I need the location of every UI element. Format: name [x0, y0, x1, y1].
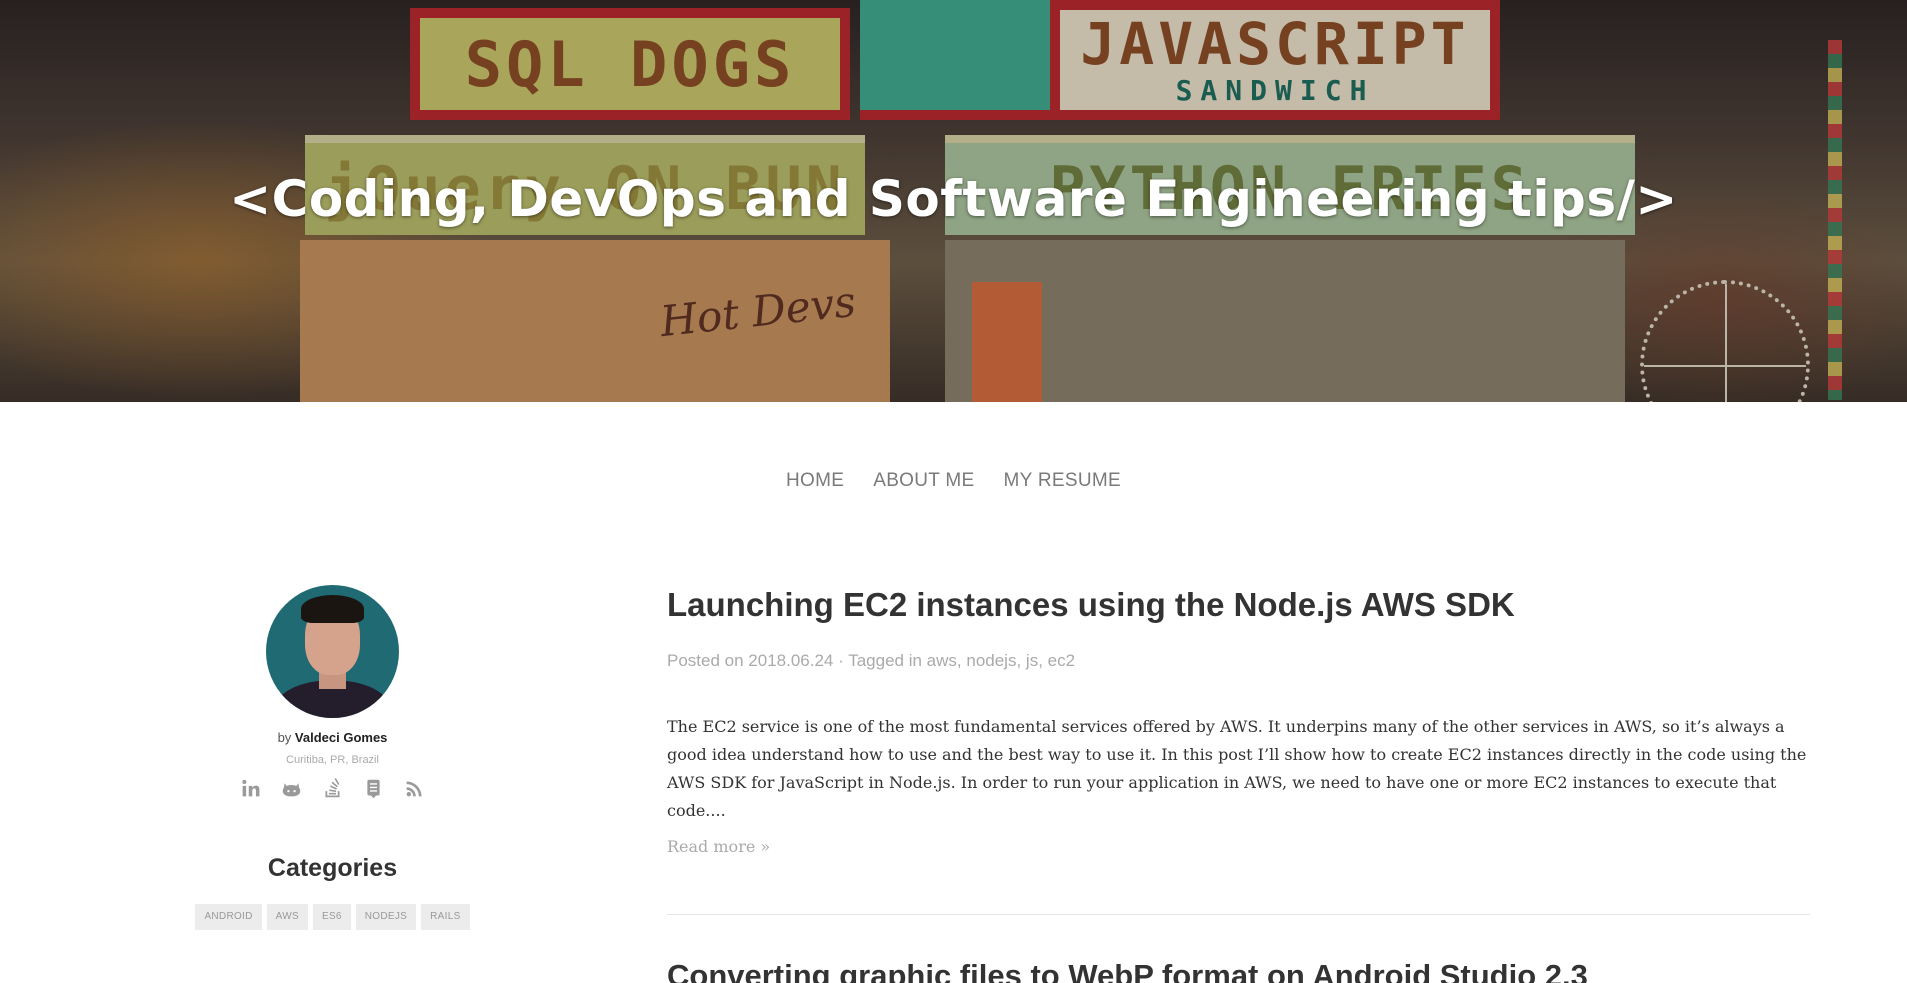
- post-list: Launching EC2 instances using the Node.j…: [667, 585, 1810, 915]
- post-title[interactable]: Converting graphic files to WebP format …: [667, 958, 1588, 983]
- site-title: <Coding, DevOps and Software Engineering…: [229, 170, 1678, 228]
- category-nodejs[interactable]: NODEJS: [355, 904, 417, 930]
- category-aws[interactable]: AWS: [266, 904, 308, 930]
- read-more-link[interactable]: Read more »: [667, 837, 1810, 856]
- author-by: by: [277, 730, 292, 745]
- avatar-hair: [301, 595, 364, 623]
- post-divider: [667, 914, 1810, 915]
- author-name: Valdeci Gomes: [294, 730, 388, 745]
- tag-separator: ,: [1038, 651, 1048, 670]
- post-date: 2018.06.24: [748, 651, 834, 670]
- linkedin-icon[interactable]: [240, 778, 261, 799]
- main-nav: HOME ABOUT ME MY RESUME: [0, 470, 1907, 492]
- nav-item-about-me[interactable]: ABOUT ME: [873, 470, 974, 492]
- post-item: Launching EC2 instances using the Node.j…: [667, 585, 1810, 915]
- post-title[interactable]: Launching EC2 instances using the Node.j…: [667, 585, 1810, 625]
- category-es6[interactable]: ES6: [312, 904, 351, 930]
- post-excerpt: The EC2 service is one of the most funda…: [667, 717, 1807, 820]
- stackoverflow-icon[interactable]: [322, 778, 343, 799]
- tag-separator: ,: [1016, 651, 1026, 670]
- sidebar: by Valdeci Gomes Curitiba, PR, Brazil Ca…: [190, 585, 475, 930]
- category-list: ANDROID AWS ES6 NODEJS RAILS: [190, 904, 475, 930]
- social-links: [190, 778, 475, 799]
- avatar: [266, 585, 399, 718]
- post-meta: Posted on 2018.06.24 · Tagged in aws, no…: [667, 651, 1810, 671]
- nav-item-home[interactable]: HOME: [786, 470, 844, 492]
- blog-icon[interactable]: [363, 778, 384, 799]
- post-tag-aws[interactable]: aws: [927, 651, 957, 670]
- post-tag-ec2[interactable]: ec2: [1048, 651, 1075, 670]
- post-tag-nodejs[interactable]: nodejs: [966, 651, 1016, 670]
- category-rails[interactable]: RAILS: [421, 904, 470, 930]
- nav-item-my-resume[interactable]: MY RESUME: [1004, 470, 1121, 492]
- author-location: Curitiba, PR, Brazil: [286, 754, 379, 766]
- rss-icon[interactable]: [404, 778, 425, 799]
- category-android[interactable]: ANDROID: [195, 904, 262, 930]
- post-tag-js[interactable]: js: [1026, 651, 1038, 670]
- github-icon[interactable]: [281, 778, 302, 799]
- tagged-label: · Tagged in: [838, 651, 922, 670]
- posted-on-label: Posted on: [667, 651, 744, 670]
- hero-banner: SQL DOGS JAVASCRIPT SANDWICH jQuery ON B…: [0, 0, 1907, 402]
- categories-title: Categories: [267, 854, 398, 882]
- tag-separator: ,: [956, 651, 967, 670]
- author-line: by Valdeci Gomes: [190, 730, 475, 745]
